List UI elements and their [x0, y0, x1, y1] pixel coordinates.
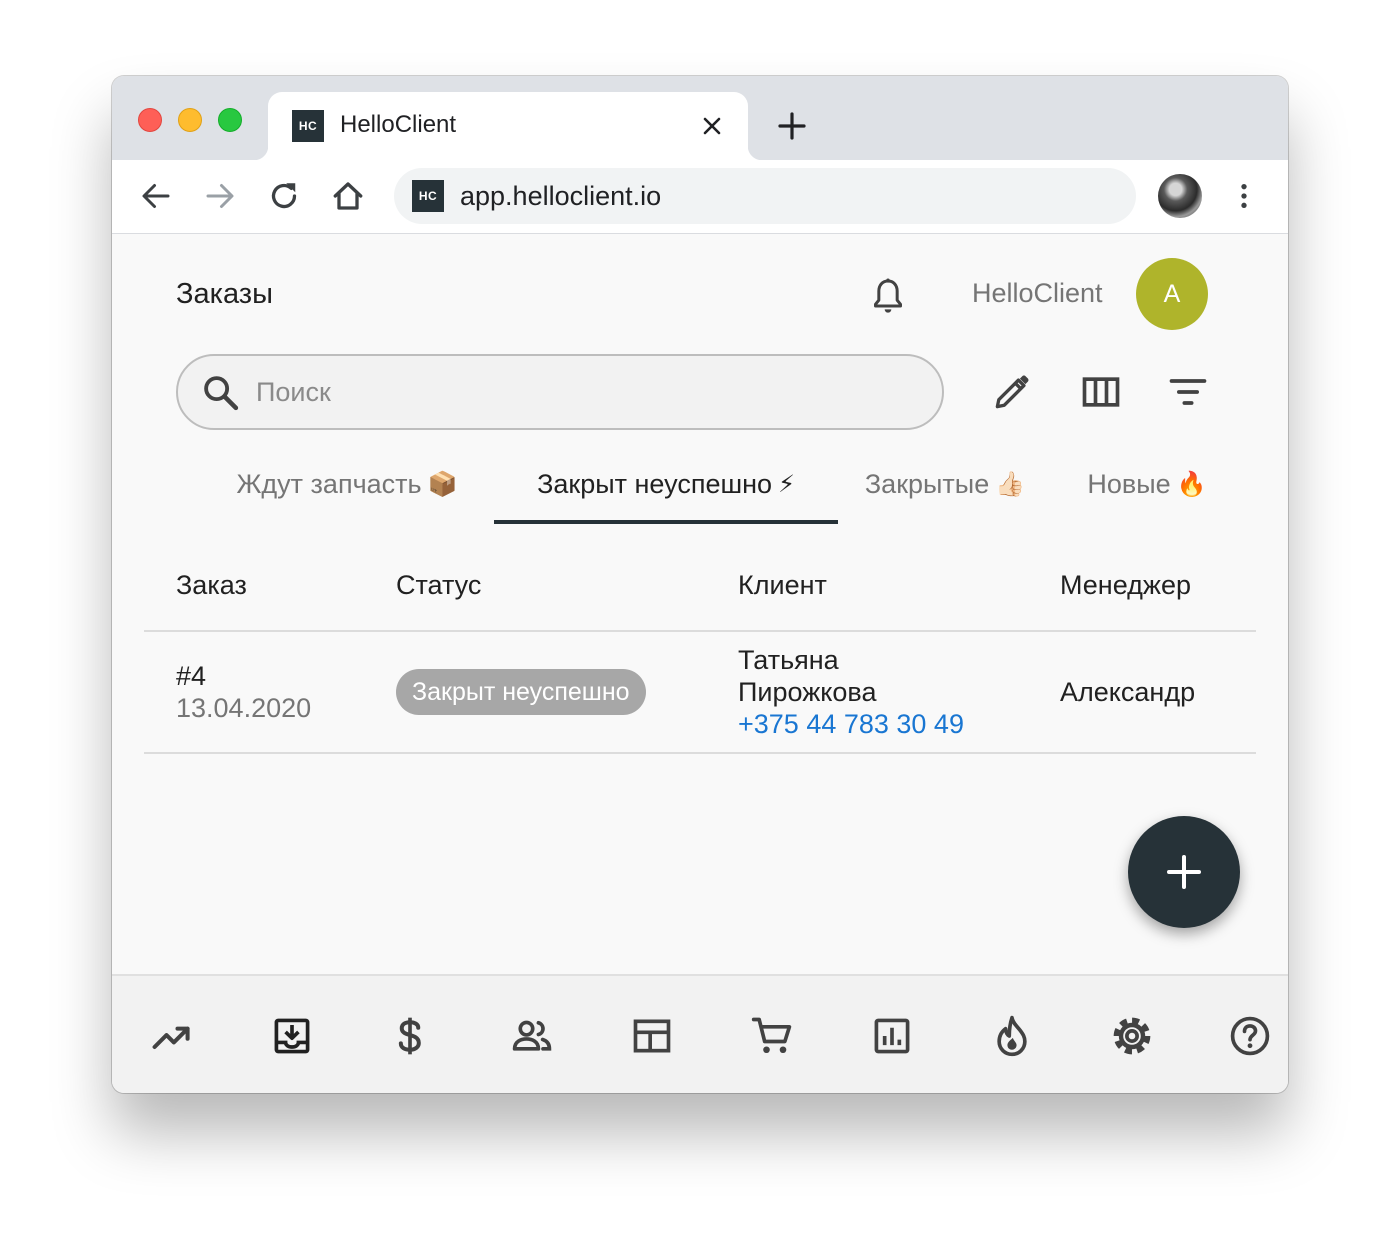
browser-tab[interactable]: HC HelloClient: [254, 92, 762, 160]
fire-icon[interactable]: [990, 1014, 1034, 1058]
browser-toolbar: HC app.helloclient.io: [112, 160, 1288, 234]
column-header-manager[interactable]: Менеджер: [1060, 570, 1191, 601]
columns-icon[interactable]: [1079, 370, 1123, 414]
tab-new[interactable]: Новые 🔥: [1072, 444, 1222, 524]
manager-name: Александр: [1060, 677, 1196, 707]
thumbs-up-emoji-icon: 👍🏻: [995, 470, 1026, 498]
favicon: HC: [292, 110, 324, 142]
plus-icon: [1167, 855, 1201, 889]
inbox-download-icon[interactable]: [270, 1014, 314, 1058]
close-window-button[interactable]: [138, 108, 162, 132]
app-page: Заказы HelloClient A Жд: [112, 234, 1288, 974]
search-input[interactable]: [256, 370, 856, 414]
status-badge: Закрыт неуспешно: [396, 669, 646, 715]
reload-icon[interactable]: [266, 178, 302, 214]
package-emoji-icon: 📦: [427, 470, 458, 498]
site-favicon: HC: [412, 180, 444, 212]
maximize-window-button[interactable]: [218, 108, 242, 132]
tab-label: Ждут запчасть: [236, 468, 422, 499]
plus-icon[interactable]: [776, 110, 808, 142]
tab-closed-unsuccessful[interactable]: Закрыт неуспешно ⚡: [494, 444, 838, 524]
browser-profile-avatar[interactable]: [1158, 174, 1202, 218]
tab-label: Закрытые: [864, 468, 990, 499]
tab-label: Закрыт неуспешно: [537, 468, 773, 499]
order-cell: #4 13.04.2020: [176, 660, 311, 724]
back-arrow-icon[interactable]: [138, 178, 174, 214]
home-icon[interactable]: [330, 178, 366, 214]
edit-pencil-icon[interactable]: [990, 370, 1034, 414]
order-date: 13.04.2020: [176, 693, 312, 723]
trending-up-icon[interactable]: [150, 1014, 194, 1058]
browser-window: HC HelloClient HC app.helloclient.io Зак…: [112, 76, 1288, 1093]
close-icon[interactable]: [698, 112, 726, 140]
client-last-name: Пирожкова: [738, 677, 877, 707]
fire-emoji-icon: 🔥: [1176, 470, 1207, 498]
page-title: Заказы: [176, 278, 273, 310]
help-circle-icon[interactable]: [1228, 1014, 1272, 1058]
search-bar[interactable]: [176, 354, 944, 430]
forward-arrow-icon[interactable]: [202, 178, 238, 214]
bar-chart-icon[interactable]: [870, 1014, 914, 1058]
filter-icon[interactable]: [1166, 370, 1210, 414]
client-phone-link[interactable]: +375 44 783 30 49: [738, 708, 964, 740]
browser-tab-strip: HC HelloClient: [112, 76, 1288, 160]
search-icon: [204, 376, 239, 411]
avatar[interactable]: A: [1136, 258, 1208, 330]
status-tabs: Ждут запчасть 📦 Закрыт неуспешно ⚡ Закрыты…: [112, 444, 1288, 524]
shopping-cart-icon[interactable]: [750, 1014, 794, 1058]
more-vert-icon[interactable]: [1228, 178, 1260, 214]
table-layout-icon[interactable]: [630, 1014, 674, 1058]
settings-gear-icon[interactable]: [1110, 1014, 1154, 1058]
column-header-status[interactable]: Статус: [396, 570, 481, 601]
dollar-icon[interactable]: [388, 1014, 432, 1058]
lightning-emoji-icon: ⚡: [778, 470, 795, 498]
tab-title: HelloClient: [340, 111, 457, 138]
address-bar[interactable]: HC app.helloclient.io: [394, 168, 1136, 224]
table-row[interactable]: #4 13.04.2020 Закрыт неуспешно Татьяна П…: [144, 632, 1256, 754]
bell-icon[interactable]: [868, 274, 908, 318]
tab-waiting-parts[interactable]: Ждут запчасть 📦: [212, 444, 482, 524]
client-first-name: Татьяна: [738, 645, 839, 675]
bottom-navigation: [112, 974, 1288, 1093]
account-name[interactable]: HelloClient: [972, 278, 1103, 309]
table-header: Заказ Статус Клиент Менеджер: [144, 554, 1256, 632]
url-text[interactable]: app.helloclient.io: [460, 181, 661, 212]
order-number: #4: [176, 661, 207, 691]
tab-closed[interactable]: Закрытые 👍🏻: [848, 444, 1042, 524]
column-header-order[interactable]: Заказ: [176, 570, 247, 601]
tab-label: Новые: [1087, 468, 1171, 499]
column-header-client[interactable]: Клиент: [738, 570, 827, 601]
minimize-window-button[interactable]: [178, 108, 202, 132]
people-icon[interactable]: [510, 1014, 554, 1058]
client-cell: Татьяна Пирожкова +375 44 783 30 49: [738, 644, 964, 740]
add-order-button[interactable]: [1128, 816, 1240, 928]
